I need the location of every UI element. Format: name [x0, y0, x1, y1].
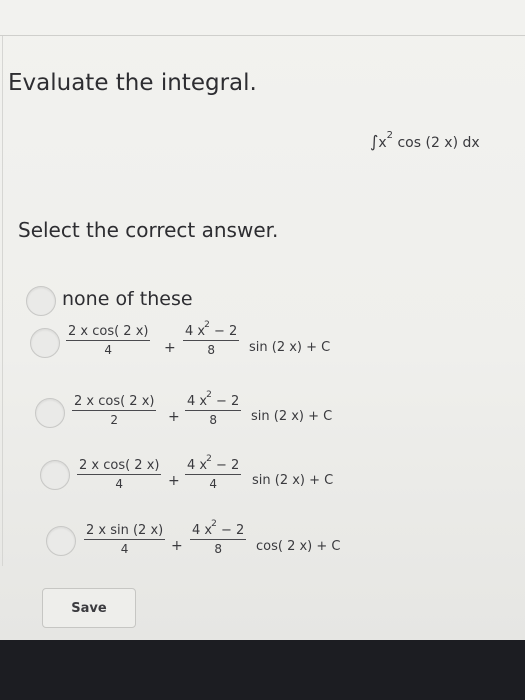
- fraction-denominator: 4: [120, 542, 129, 556]
- left-border: [2, 36, 3, 566]
- radio-button[interactable]: [35, 398, 65, 428]
- fraction-2: 4 x2 − 2 4: [185, 454, 242, 491]
- fraction-2: 4 x2 − 2 8: [190, 519, 247, 556]
- header-divider: [0, 35, 525, 36]
- question-heading: Evaluate the integral.: [8, 70, 257, 96]
- fraction-denominator: 4: [115, 477, 124, 491]
- fraction-1: 2 x cos( 2 x) 4: [66, 324, 151, 357]
- fraction-numerator: 4 x2 − 2: [192, 519, 245, 538]
- fraction-denominator: 4: [209, 477, 217, 491]
- plus-sign: +: [168, 409, 180, 425]
- plus-sign: +: [171, 538, 183, 554]
- question-page: Evaluate the integral. ∫x2 cos (2 x) dx …: [0, 0, 525, 640]
- radio-button[interactable]: [46, 526, 76, 556]
- plus-sign: +: [168, 473, 180, 489]
- fraction-numerator: 2 x cos( 2 x): [74, 394, 155, 409]
- integrand-rest: cos (2 x) dx: [397, 135, 480, 151]
- screen-bottom-bezel: [0, 640, 525, 700]
- fraction-1: 2 x cos( 2 x) 4: [77, 458, 162, 491]
- trig-term: sin (2 x) + C: [251, 409, 333, 424]
- trig-term: sin (2 x) + C: [249, 340, 331, 355]
- radio-button[interactable]: [30, 328, 60, 358]
- fraction-denominator: 4: [104, 343, 113, 357]
- fraction-1: 2 x sin (2 x) 4: [84, 523, 166, 556]
- fraction-denominator: 2: [110, 413, 119, 427]
- fraction-numerator: 4 x2 − 2: [187, 454, 240, 473]
- plus-sign: +: [164, 340, 176, 356]
- fraction-denominator: 8: [209, 413, 217, 427]
- fraction-numerator: 2 x cos( 2 x): [79, 458, 160, 473]
- integral-expression: ∫x2 cos (2 x) dx: [370, 130, 480, 151]
- radio-button[interactable]: [26, 286, 56, 316]
- trig-term: cos( 2 x) + C: [256, 539, 341, 554]
- answer-prompt: Select the correct answer.: [18, 218, 279, 242]
- trig-term: sin (2 x) + C: [252, 473, 334, 488]
- fraction-2: 4 x2 − 2 8: [185, 390, 242, 427]
- fraction-numerator: 4 x2 − 2: [185, 320, 238, 339]
- fraction-numerator: 2 x sin (2 x): [86, 523, 164, 538]
- choice-label: none of these: [62, 288, 193, 310]
- radio-button[interactable]: [40, 460, 70, 490]
- fraction-1: 2 x cos( 2 x) 2: [72, 394, 157, 427]
- fraction-denominator: 8: [207, 343, 215, 357]
- fraction-numerator: 4 x2 − 2: [187, 390, 240, 409]
- save-button[interactable]: Save: [42, 588, 136, 628]
- fraction-denominator: 8: [214, 542, 222, 556]
- integrand-exponent: 2: [386, 130, 394, 142]
- integrand-variable: x: [378, 135, 387, 151]
- fraction-2: 4 x2 − 2 8: [183, 320, 240, 357]
- fraction-numerator: 2 x cos( 2 x): [68, 324, 149, 339]
